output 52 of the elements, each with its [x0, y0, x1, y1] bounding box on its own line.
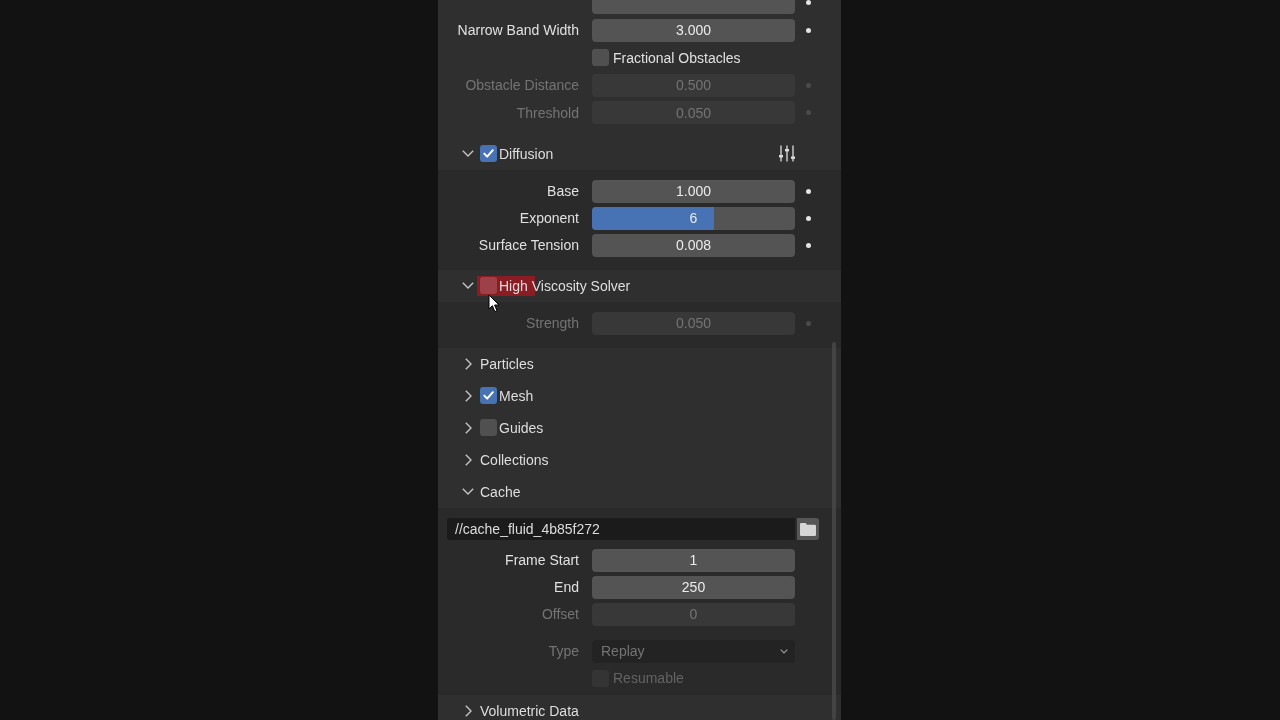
panel-title[interactable]: Collections [480, 451, 549, 468]
property-label: Base [547, 183, 579, 200]
property-label: Surface Tension [478, 237, 579, 254]
property-label: Exponent [519, 210, 579, 227]
check-icon [483, 149, 494, 159]
property-label: Type [548, 643, 579, 660]
number-field[interactable]: 1 [592, 548, 795, 572]
chevron-right-icon[interactable] [464, 453, 472, 466]
panel-title[interactable]: Guides [499, 419, 544, 436]
path-field[interactable]: //cache_fluid_4b85f272 [447, 518, 795, 541]
chevron-down-icon[interactable] [462, 488, 474, 496]
dot-icon[interactable] [806, 27, 811, 33]
property-label: Offset [541, 606, 579, 623]
checkbox-label: Fractional Obstacles [613, 49, 741, 66]
sliders-icon[interactable] [779, 145, 795, 163]
number-field[interactable]: 3.000 [592, 18, 795, 42]
chevron-down-icon[interactable] [462, 150, 474, 158]
dot-icon[interactable] [806, 0, 811, 5]
panel-title[interactable]: High Viscosity Solver [499, 277, 631, 294]
panel-title[interactable]: Diffusion [499, 145, 554, 162]
number-field[interactable]: 0.008 [592, 233, 795, 257]
property-label: Narrow Band Width [457, 22, 579, 38]
dot-icon[interactable] [806, 242, 811, 248]
number-field[interactable]: 1.000 [592, 179, 795, 203]
folder-icon [800, 522, 816, 536]
panel-title[interactable]: Mesh [499, 387, 534, 404]
panel-title[interactable]: Cache [480, 483, 521, 500]
chevron-down-icon[interactable] [462, 282, 474, 290]
checkbox[interactable] [480, 419, 497, 437]
slider-field[interactable]: 6 [592, 206, 795, 230]
property-label: End [554, 579, 579, 596]
property-label: Obstacle Distance [465, 77, 579, 93]
checkbox[interactable] [480, 387, 497, 405]
check-icon [483, 391, 494, 401]
chevron-down-icon [780, 648, 788, 654]
chevron-right-icon[interactable] [464, 389, 472, 402]
chevron-right-icon[interactable] [464, 704, 472, 717]
checkbox-label: Resumable [613, 670, 684, 687]
dot-icon[interactable] [806, 188, 811, 194]
panel-title[interactable]: Volumetric Data [480, 702, 579, 719]
checkbox[interactable] [592, 49, 609, 66]
property-label: Frame Start [505, 552, 579, 569]
chevron-right-icon[interactable] [464, 357, 472, 370]
panel-title[interactable]: Particles [480, 355, 534, 372]
property-label: Threshold [516, 104, 579, 121]
chevron-right-icon[interactable] [464, 421, 472, 434]
dot-icon[interactable] [806, 215, 811, 221]
property-label: Strength [526, 315, 579, 332]
checkbox[interactable] [480, 277, 497, 295]
checkbox[interactable] [480, 145, 497, 163]
folder-button[interactable] [797, 518, 819, 541]
number-field[interactable]: 250 [592, 575, 795, 599]
